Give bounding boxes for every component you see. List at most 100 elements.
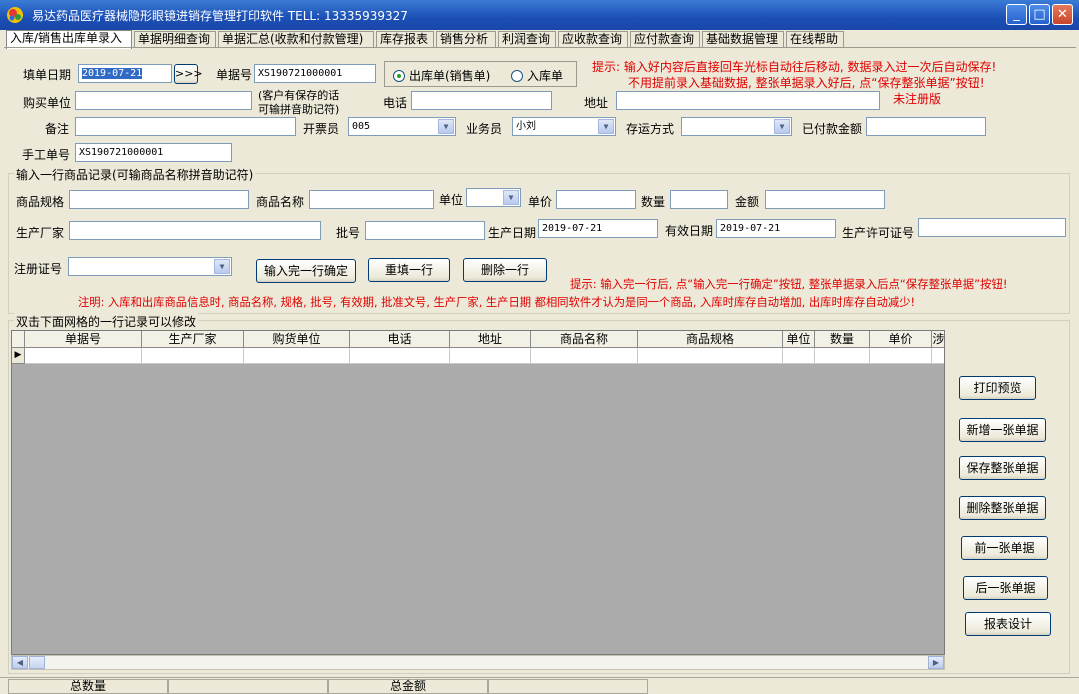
delete-row-button[interactable]: 删除一行 [463,258,547,282]
production-date-input[interactable]: 2019-07-21 [538,219,658,238]
tab-inventory-report[interactable]: 库存报表 [376,31,434,48]
batch-input[interactable] [365,221,485,240]
product-name-label: 商品名称 [256,195,305,209]
fill-date-input[interactable]: 2019-07-21 [78,64,172,83]
prev-doc-button[interactable]: 前一张单据 [961,536,1048,560]
shipping-select[interactable]: ▼ [681,117,792,136]
chevron-down-icon[interactable]: ▼ [214,259,230,274]
date-picker-button[interactable]: >>> [174,64,203,84]
refill-row-button[interactable]: 重填一行 [368,258,450,282]
quantity-label: 数量 [641,195,666,209]
report-design-button[interactable]: 报表设计 [965,612,1051,636]
new-doc-button[interactable]: 新增一张单据 [959,418,1046,442]
chevron-left-icon[interactable]: ◀ [12,656,28,669]
next-doc-button[interactable]: 后一张单据 [963,576,1048,600]
grid-corner-header [12,331,25,348]
paid-amount-input[interactable] [866,117,986,136]
price-input[interactable] [556,190,636,209]
product-name-input[interactable] [309,190,434,209]
column-header[interactable]: 单据号 [25,331,142,348]
expiry-date-input[interactable]: 2019-07-21 [716,219,836,238]
column-header[interactable]: 生产厂家 [142,331,244,348]
unit-select[interactable]: ▼ [466,188,521,207]
doc-type-radio-group: 出库单(销售单) 入库单 [384,61,577,87]
chevron-right-icon[interactable]: ▶ [928,656,944,669]
column-header[interactable]: 电话 [350,331,450,348]
delete-doc-button[interactable]: 删除整张单据 [959,496,1046,520]
column-header[interactable]: 商品名称 [531,331,638,348]
tab-payable-query[interactable]: 应付款查询 [630,31,700,48]
column-header[interactable]: 地址 [450,331,531,348]
radio-outbound[interactable]: 出库单(销售单) [393,67,490,84]
tab-summary[interactable]: 单据汇总(收款和付款管理) [218,31,374,48]
column-header[interactable]: 购货单位 [244,331,350,348]
column-header[interactable]: 单位 [783,331,815,348]
expiry-date-label: 有效日期 [665,224,714,238]
tab-profit-query[interactable]: 利润查询 [498,31,556,48]
app-logo-icon [7,7,23,23]
chevron-down-icon[interactable]: ▼ [503,190,519,205]
grid-cell[interactable] [783,348,815,364]
column-header[interactable]: 数量 [815,331,870,348]
grid-cell[interactable] [25,348,142,364]
doc-no-input[interactable]: XS190721000001 [254,64,376,83]
minimize-button[interactable]: _ [1006,4,1027,25]
grid-cell[interactable] [142,348,244,364]
maker-input[interactable] [69,221,321,240]
manual-no-input[interactable]: XS190721000001 [75,143,232,162]
chevron-down-icon[interactable]: ▼ [438,119,454,134]
remark-input[interactable] [75,117,296,136]
confirm-row-button[interactable]: 输入完一行确定 [256,259,356,283]
license-input[interactable] [918,218,1066,237]
phone-label: 电话 [383,96,408,110]
issuer-select[interactable]: 005 ▼ [348,117,456,136]
chevron-down-icon[interactable]: ▼ [774,119,790,134]
tab-panel-border [4,47,1076,48]
spec-input[interactable] [69,190,249,209]
status-bar: 总数量 总金额 [0,677,1079,694]
fill-date-label: 填单日期 [23,68,72,82]
grid-cell[interactable] [638,348,783,364]
scroll-thumb[interactable] [29,656,45,669]
records-grid[interactable]: 单据号 生产厂家 购货单位 电话 地址 商品名称 商品规格 单位 数量 单价 涉… [11,330,945,655]
grid-cell[interactable] [450,348,531,364]
tab-sales-analysis[interactable]: 销售分析 [436,31,496,48]
tab-receivable-query[interactable]: 应收款查询 [558,31,628,48]
fill-date-value: 2019-07-21 [82,68,143,79]
remark-label: 备注 [45,122,70,136]
maximize-button[interactable]: □ [1029,4,1050,25]
buyer-label: 购买单位 [23,96,72,110]
grid-cell[interactable] [531,348,638,364]
grid-cell[interactable] [815,348,870,364]
chevron-down-icon[interactable]: ▼ [598,119,614,134]
item-entry-group-title: 输入一行商品记录(可输商品名称拼音助记符) [14,166,256,183]
batch-label: 批号 [336,226,361,240]
license-label: 生产许可证号 [842,226,915,240]
registration-select[interactable]: ▼ [68,257,232,276]
print-preview-button[interactable]: 打印预览 [959,376,1036,400]
amount-input[interactable] [765,190,885,209]
tab-detail-query[interactable]: 单据明细查询 [134,31,216,48]
address-input[interactable] [616,91,880,110]
quantity-input[interactable] [670,190,728,209]
radio-outbound-label: 出库单(销售单) [409,69,491,83]
grid-cell[interactable] [932,348,944,364]
column-header[interactable]: 涉 [932,331,944,348]
radio-inbound-label: 入库单 [527,69,564,83]
close-button[interactable]: ✕ [1052,4,1073,25]
horizontal-scrollbar[interactable]: ◀ ▶ [11,655,945,670]
salesman-select[interactable]: 小刘 ▼ [512,117,616,136]
grid-cell[interactable] [870,348,932,364]
tab-online-help[interactable]: 在线帮助 [786,31,844,48]
grid-cell[interactable] [350,348,450,364]
radio-inbound[interactable]: 入库单 [511,67,563,84]
tab-base-data[interactable]: 基础数据管理 [702,31,784,48]
maker-label: 生产厂家 [16,226,65,240]
column-header[interactable]: 商品规格 [638,331,783,348]
grid-cell[interactable] [244,348,350,364]
column-header[interactable]: 单价 [870,331,932,348]
manual-no-label: 手工单号 [22,148,71,162]
buyer-input[interactable] [75,91,252,110]
phone-input[interactable] [411,91,552,110]
save-doc-button[interactable]: 保存整张单据 [959,456,1046,480]
